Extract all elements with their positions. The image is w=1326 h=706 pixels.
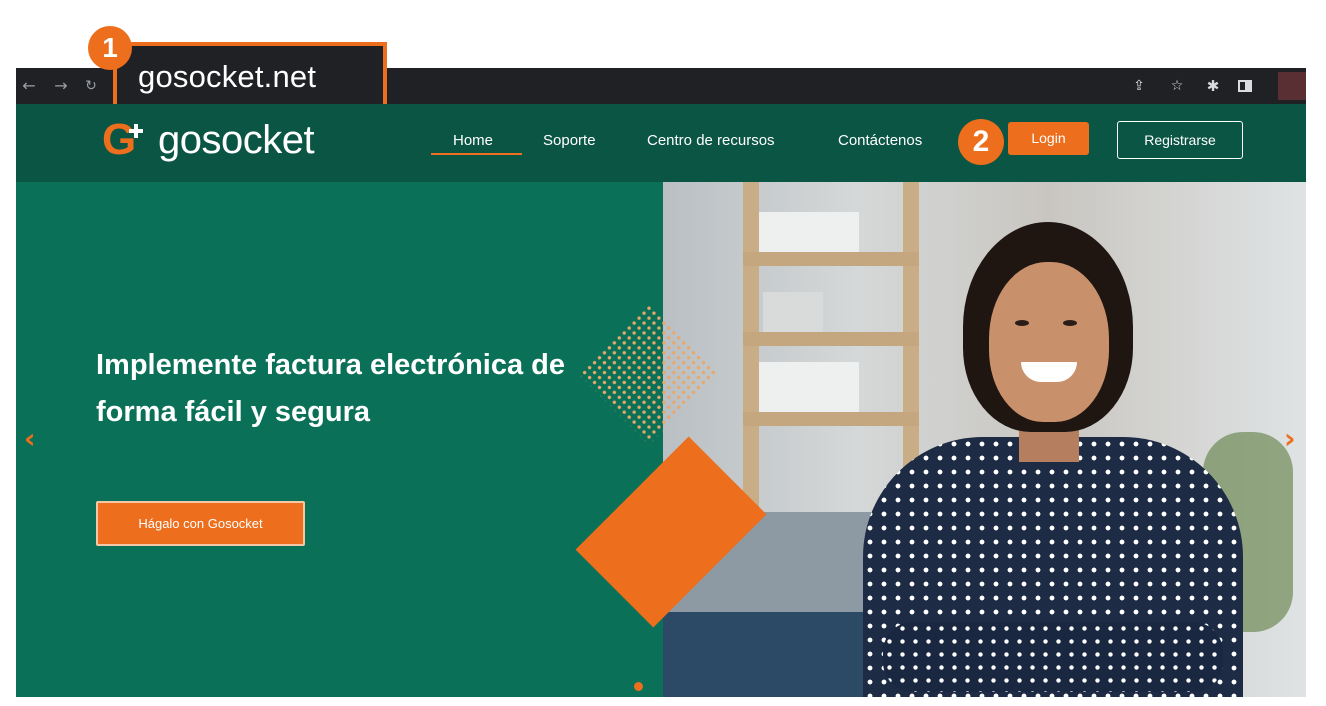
logo-text: gosocket (158, 118, 315, 162)
carousel-next-chevron-icon[interactable]: › (1284, 422, 1296, 455)
nav-soporte[interactable]: Soporte (543, 131, 596, 151)
hagalo-con-gosocket-button[interactable]: Hágalo con Gosocket (96, 501, 305, 546)
address-bar-url[interactable]: gosocket.net (138, 52, 316, 102)
nav-home-underline (431, 153, 522, 155)
extensions-puzzle-icon[interactable]: ✱ (1202, 74, 1224, 98)
nav-centro-de-recursos[interactable]: Centro de recursos (647, 131, 775, 151)
logo-mark-icon: G (102, 118, 154, 162)
back-arrow-icon[interactable]: ← (18, 74, 40, 98)
step-2-badge: 2 (958, 119, 1004, 165)
carousel-indicator-dot[interactable] (634, 682, 643, 691)
login-button[interactable]: Login (1008, 122, 1089, 155)
register-button[interactable]: Registrarse (1117, 121, 1243, 159)
share-icon[interactable]: ⇪ (1128, 74, 1150, 98)
site-header: G gosocket Home Soporte Centro de recurs… (16, 104, 1306, 182)
carousel-prev-chevron-icon[interactable]: ‹ (24, 422, 36, 455)
hero-banner: Implemente factura electrónica de forma … (16, 182, 1306, 697)
reload-icon[interactable]: ↻ (80, 74, 102, 98)
step-1-badge: 1 (88, 26, 132, 70)
nav-contactenos[interactable]: Contáctenos (838, 131, 922, 151)
gosocket-logo[interactable]: G gosocket (102, 115, 315, 165)
forward-arrow-icon[interactable]: → (50, 74, 72, 98)
bookmark-star-icon[interactable]: ☆ (1166, 74, 1188, 98)
hero-photo (663, 182, 1306, 697)
side-panel-icon[interactable] (1238, 80, 1252, 92)
nav-home[interactable]: Home (453, 131, 493, 151)
smiling-woman-photo (843, 222, 1263, 697)
profile-avatar[interactable] (1278, 72, 1306, 100)
hero-title: Implemente factura electrónica de forma … (96, 349, 565, 428)
